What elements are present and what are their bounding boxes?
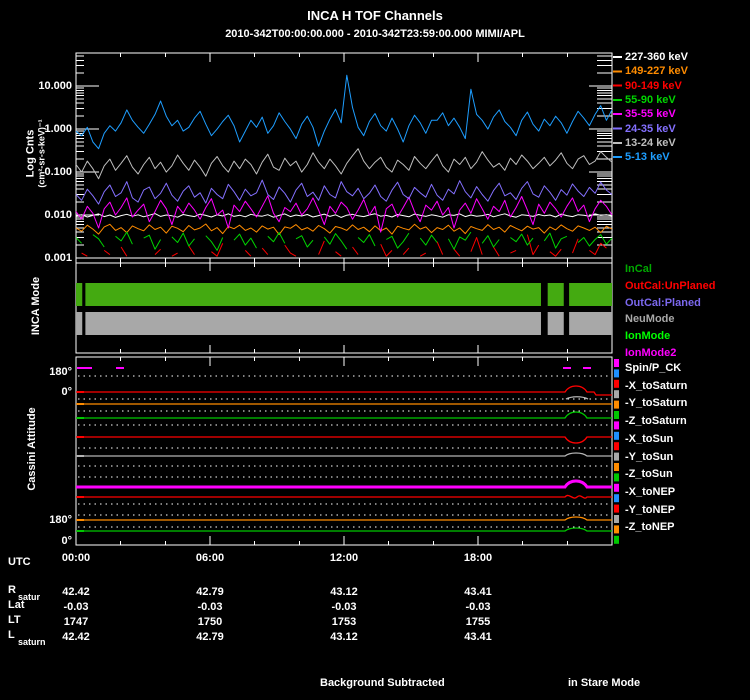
neu-mode-bar: [76, 312, 82, 335]
tof-ytick-1.000: 1.000: [18, 123, 72, 135]
utc-tick-00-00: 00:00: [46, 552, 106, 564]
ion-mode-bar: [76, 283, 82, 306]
inca-tof-plot-screen: INCA H TOF Channels 2010-342T00:00:00.00…: [0, 0, 750, 700]
table-cell-LT-3: 1755: [438, 616, 518, 628]
series-149-227-keV: [76, 224, 612, 235]
table-cell-L-0: 42.42: [36, 631, 116, 643]
attitude-right-label--Z-toNEP: -Z_toNEP: [625, 521, 675, 533]
attitude-right-label-Spin-P-CK: Spin/P_CK: [625, 362, 681, 374]
series-13-24-keV: [76, 149, 612, 179]
utc-tick-18-00: 18:00: [448, 552, 508, 564]
mode-legend-item-OutCal-UnPlaned: OutCal:UnPlaned: [625, 280, 715, 292]
attitude-ytick-372: 180°: [30, 366, 72, 378]
mode-legend-item-IonMode2: IonMode2: [625, 347, 676, 359]
inca-mode-panel: [76, 263, 612, 353]
table-cell-LT-2: 1753: [304, 616, 384, 628]
table-row-label-Lat: Lat: [8, 599, 25, 611]
series-55-90-keV: [76, 232, 612, 250]
table-row-label-R: R: [8, 584, 16, 596]
utc-tick-12-00: 12:00: [314, 552, 374, 564]
attitude-ytick-392: 0°: [30, 386, 72, 398]
utc-axis-label: UTC: [8, 556, 31, 568]
ion-mode-bar: [85, 283, 541, 306]
tof-ytick-0.001: 0.001: [18, 252, 72, 264]
table-cell-Lat-2: -0.03: [304, 601, 384, 613]
attitude-line--Y-toSun: [76, 453, 612, 456]
ion-mode-bar: [569, 283, 612, 306]
table-cell-L-2: 43.12: [304, 631, 384, 643]
footer-note-stare-mode: in Stare Mode: [568, 677, 640, 689]
table-row-label-L: L: [8, 629, 15, 641]
attitude-right-label--Z-toSun: -Z_toSun: [625, 468, 673, 480]
attitude-ytick-541: 0°: [30, 535, 72, 547]
series-227-360-keV: [76, 214, 612, 218]
legend-item-24-35-keV: 24-35 keV: [625, 123, 676, 135]
legend-item-13-24-keV: 13-24 keV: [625, 137, 676, 149]
table-cell-L-3: 43.41: [438, 631, 518, 643]
attitude-right-label--X-toSun: -X_toSun: [625, 433, 673, 445]
attitude-right-label--Z-toSaturn: -Z_toSaturn: [625, 415, 687, 427]
attitude-panel: [76, 357, 619, 545]
attitude-line--Z-toSaturn: [76, 412, 612, 418]
attitude-right-label--Y-toSaturn: -Y_toSaturn: [625, 397, 687, 409]
table-cell-Lat-1: -0.03: [170, 601, 250, 613]
attitude-line--Z-toSun: [76, 481, 612, 487]
table-cell-R-2: 43.12: [304, 586, 384, 598]
attitude-line--Y-toNEP: [76, 517, 612, 520]
neu-mode-bar: [85, 312, 541, 335]
table-cell-R-3: 43.41: [438, 586, 518, 598]
attitude-right-label--Y-toNEP: -Y_toNEP: [625, 504, 675, 516]
tof-panel: [76, 53, 622, 268]
page-title: INCA H TOF Channels: [0, 8, 750, 23]
mode-legend-item-InCal: InCal: [625, 263, 652, 275]
tof-ytick-10.000: 10.000: [18, 80, 72, 92]
mode-legend-item-NeuMode: NeuMode: [625, 313, 675, 325]
legend-item-149-227-keV: 149-227 keV: [625, 65, 688, 77]
table-cell-R-0: 42.42: [36, 586, 116, 598]
utc-tick-06-00: 06:00: [180, 552, 240, 564]
attitude-right-label--Y-toSun: -Y_toSun: [625, 451, 673, 463]
legend-item-227-360-keV: 227-360 keV: [625, 51, 688, 63]
mode-legend-item-IonMode: IonMode: [625, 330, 670, 342]
table-cell-R-1: 42.79: [170, 586, 250, 598]
tof-ytick-0.010: 0.010: [18, 209, 72, 221]
attitude-line--Z-toNEP: [76, 528, 612, 531]
attitude-ytick-520: 180°: [30, 514, 72, 526]
table-cell-Lat-3: -0.03: [438, 601, 518, 613]
series-5-13-keV: [76, 75, 612, 149]
table-cell-L-1: 42.79: [170, 631, 250, 643]
legend-item-5-13-keV: 5-13 keV: [625, 151, 670, 163]
attitude-line--X-toSun: [76, 437, 612, 443]
table-cell-LT-1: 1750: [170, 616, 250, 628]
ion-mode-bar: [548, 283, 564, 306]
attitude-line--X-toNEP: [76, 495, 612, 498]
series-24-35-keV: [76, 180, 612, 204]
legend-item-55-90-keV: 55-90 keV: [625, 94, 676, 106]
attitude-line--X-toSaturn: [76, 386, 612, 395]
footer-note-background-subtracted: Background Subtracted: [320, 677, 445, 689]
table-cell-Lat-0: -0.03: [36, 601, 116, 613]
table-cell-LT-0: 1747: [36, 616, 116, 628]
table-row-label-LT: LT: [8, 614, 21, 626]
legend-item-35-55-keV: 35-55 keV: [625, 108, 676, 120]
attitude-right-label--X-toSaturn: -X_toSaturn: [625, 380, 687, 392]
neu-mode-bar: [548, 312, 564, 335]
attitude-right-label--X-toNEP: -X_toNEP: [625, 486, 675, 498]
tof-ytick-0.100: 0.100: [18, 166, 72, 178]
mode-panel-label: INCA Mode: [30, 246, 42, 366]
plot-subtitle-timerange: 2010-342T00:00:00.000 - 2010-342T23:59:0…: [0, 28, 750, 40]
neu-mode-bar: [569, 312, 612, 335]
mode-legend-item-OutCal-Planed: OutCal:Planed: [625, 297, 701, 309]
legend-item-90-149-keV: 90-149 keV: [625, 80, 682, 92]
